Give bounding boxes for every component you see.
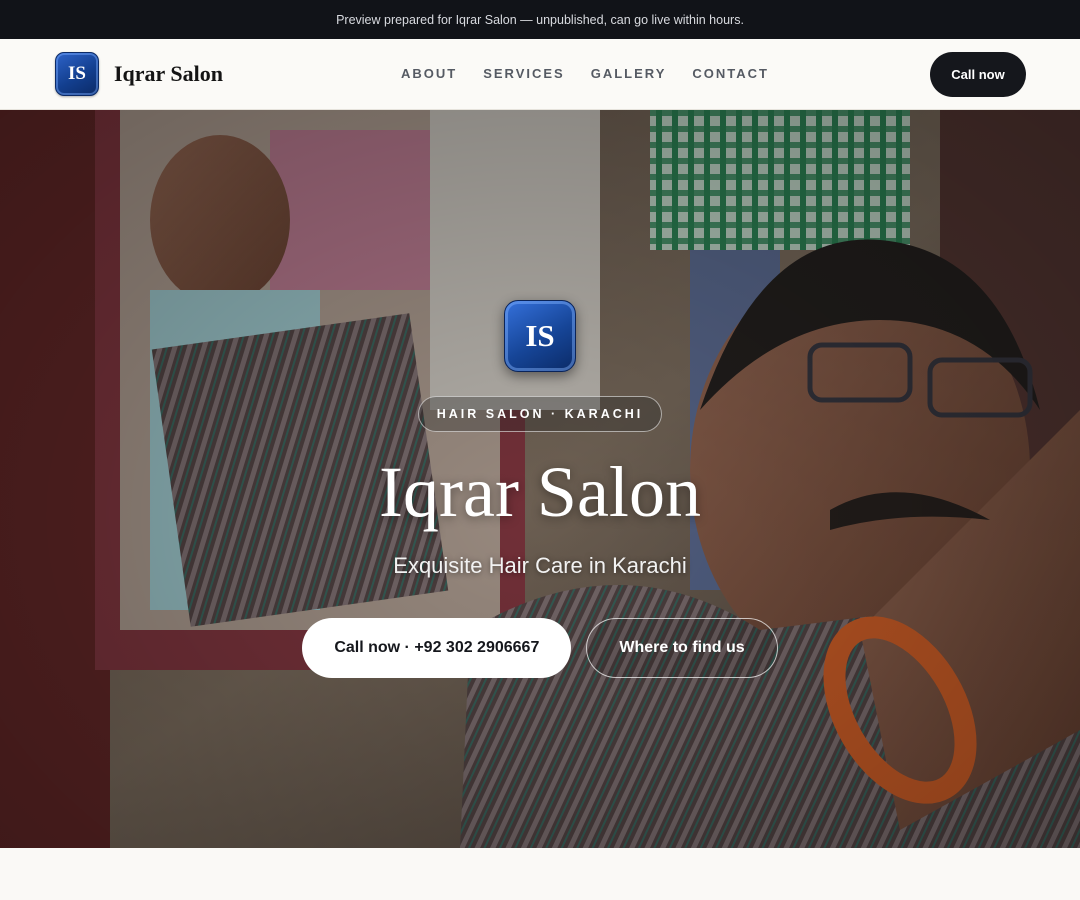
main-nav: ABOUT SERVICES GALLERY CONTACT xyxy=(401,66,769,81)
site-header: IS Iqrar Salon ABOUT SERVICES GALLERY CO… xyxy=(0,39,1080,110)
nav-gallery[interactable]: GALLERY xyxy=(591,66,667,81)
header-call-button[interactable]: Call now xyxy=(930,52,1026,97)
call-now-button[interactable]: Call now · +92 302 2906667 xyxy=(302,618,572,678)
hero-logo-initials: IS xyxy=(525,318,555,353)
hero-section: IS HAIR SALON · KARACHI Iqrar Salon Exqu… xyxy=(0,110,1080,848)
nav-contact[interactable]: CONTACT xyxy=(692,66,769,81)
logo-badge-icon: IS xyxy=(55,52,99,96)
category-tag-text: HAIR SALON · KARACHI xyxy=(436,407,644,421)
preview-banner: Preview prepared for Iqrar Salon — unpub… xyxy=(0,0,1080,39)
hero-buttons: Call now · +92 302 2906667 Where to find… xyxy=(302,618,778,678)
logo-initials: IS xyxy=(68,63,86,84)
preview-banner-text: Preview prepared for Iqrar Salon — unpub… xyxy=(336,12,744,27)
hero-content: IS HAIR SALON · KARACHI Iqrar Salon Exqu… xyxy=(0,110,1080,848)
find-us-button[interactable]: Where to find us xyxy=(586,618,778,678)
nav-services[interactable]: SERVICES xyxy=(483,66,565,81)
nav-about[interactable]: ABOUT xyxy=(401,66,457,81)
category-tag: HAIR SALON · KARACHI xyxy=(417,396,663,432)
hero-logo-badge-icon: IS xyxy=(504,300,576,372)
below-fold-section xyxy=(0,848,1080,900)
brand[interactable]: IS Iqrar Salon xyxy=(55,52,223,96)
brand-name: Iqrar Salon xyxy=(114,61,224,86)
hero-subtitle: Exquisite Hair Care in Karachi xyxy=(393,553,687,578)
hero-title: Iqrar Salon xyxy=(379,452,701,532)
